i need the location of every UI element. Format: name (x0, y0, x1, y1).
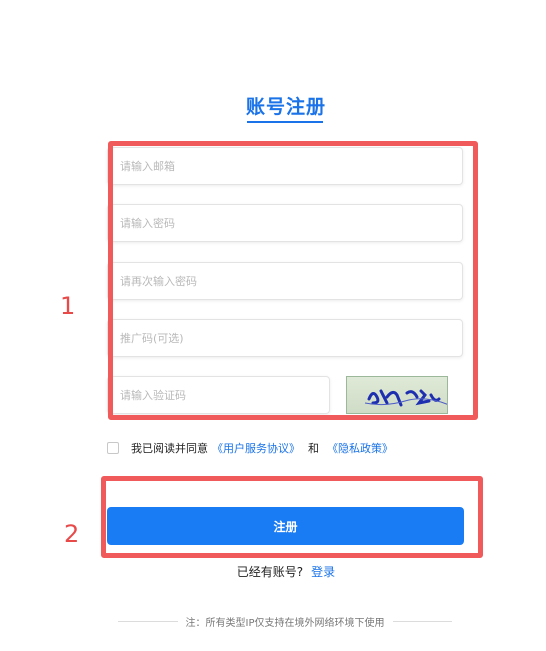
annotation-label-2: 2 (64, 520, 80, 548)
footer-note: 注：所有类型IP仅支持在境外网络环境下使用 (118, 614, 453, 629)
note-divider-left (118, 621, 178, 622)
annotation-box-1 (108, 141, 478, 420)
agreement-row: 我已阅读并同意 《用户服务协议》 和 《隐私政策》 (107, 440, 393, 456)
agreement-and: 和 (308, 442, 319, 455)
terms-link[interactable]: 《用户服务协议》 (212, 440, 300, 456)
agree-checkbox[interactable] (107, 442, 119, 454)
login-prompt-row: 已经有账号? 登录 (0, 563, 546, 580)
privacy-link[interactable]: 《隐私政策》 (327, 440, 393, 456)
note-text: 注：所有类型IP仅支持在境外网络环境下使用 (185, 618, 385, 629)
login-link[interactable]: 登录 (311, 565, 335, 579)
note-divider-right (392, 621, 453, 622)
title-underline (247, 121, 323, 123)
annotation-label-1: 1 (60, 292, 76, 320)
register-button[interactable]: 注册 (107, 507, 464, 545)
agreement-text: 我已阅读并同意 (131, 442, 208, 455)
login-prompt: 已经有账号? (236, 565, 304, 579)
page-title: 账号注册 (245, 96, 326, 118)
